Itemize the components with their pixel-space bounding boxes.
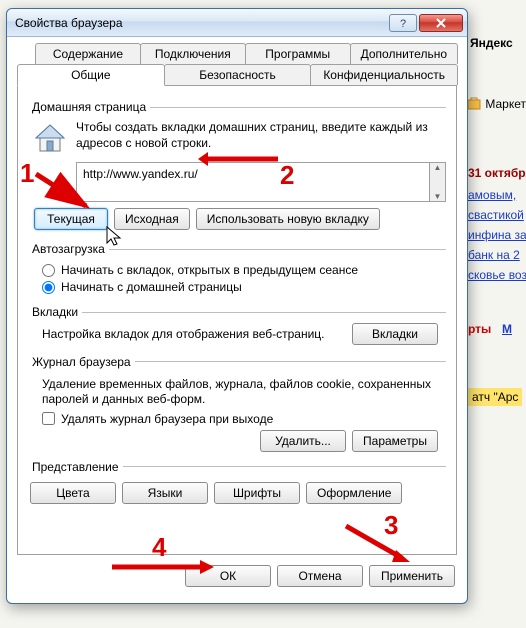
- accessibility-button[interactable]: Оформление: [306, 482, 402, 504]
- close-button[interactable]: [419, 14, 463, 32]
- appearance-group: Представление Цвета Языки Шрифты Оформле…: [28, 460, 446, 510]
- startup-group: Автозагрузка Начинать с вкладок, открыты…: [28, 242, 446, 299]
- bg-yandex: Яндекс: [470, 36, 513, 50]
- tab-row-1: Содержание Подключения Программы Дополни…: [17, 43, 457, 64]
- ok-button[interactable]: ОК: [185, 565, 271, 587]
- delete-on-exit[interactable]: Удалять журнал браузера при выходе: [42, 412, 446, 426]
- tabs-settings-button[interactable]: Вкладки: [352, 323, 438, 345]
- history-group: Журнал браузера Удаление временных файло…: [28, 355, 446, 454]
- appearance-legend: Представление: [28, 460, 123, 474]
- delete-button[interactable]: Удалить...: [260, 430, 346, 452]
- tab-panel: Домашняя страница Чтобы создать вкладки …: [17, 85, 457, 555]
- delete-on-exit-checkbox[interactable]: [42, 412, 55, 425]
- homepage-desc: Чтобы создать вкладки домашних страниц, …: [76, 118, 446, 151]
- window-title: Свойства браузера: [15, 16, 387, 30]
- radio-homepage[interactable]: [42, 281, 55, 294]
- tab-general[interactable]: Общие: [17, 64, 165, 86]
- history-desc: Удаление временных файлов, журнала, файл…: [42, 377, 446, 408]
- use-default-button[interactable]: Исходная: [114, 208, 190, 230]
- bg-link[interactable]: амовым,: [468, 188, 516, 202]
- help-button[interactable]: ?: [389, 14, 417, 32]
- use-current-button[interactable]: Текущая: [34, 208, 108, 230]
- svg-text:?: ?: [400, 18, 406, 28]
- scrollbar[interactable]: ▲▼: [430, 162, 446, 202]
- bg-text: М: [502, 322, 512, 336]
- homepage-legend: Домашняя страница: [28, 100, 150, 114]
- bg-link[interactable]: сковье воз: [468, 268, 526, 282]
- tab-content[interactable]: Содержание: [35, 43, 141, 64]
- bg-link[interactable]: свастикой: [468, 208, 524, 222]
- history-settings-button[interactable]: Параметры: [352, 430, 438, 452]
- cursor-icon: [105, 225, 123, 247]
- startup-legend: Автозагрузка: [28, 242, 109, 256]
- fonts-button[interactable]: Шрифты: [214, 482, 300, 504]
- tabs-desc: Настройка вкладок для отображения веб-ст…: [42, 327, 344, 343]
- tab-connections[interactable]: Подключения: [140, 43, 246, 64]
- cancel-button[interactable]: Отмена: [277, 565, 363, 587]
- homepage-group: Домашняя страница Чтобы создать вкладки …: [28, 100, 446, 236]
- colors-button[interactable]: Цвета: [30, 482, 116, 504]
- tabs-group: Вкладки Настройка вкладок для отображени…: [28, 305, 446, 349]
- tab-advanced[interactable]: Дополнительно: [350, 43, 458, 64]
- startup-homepage[interactable]: Начинать с домашней страницы: [42, 280, 446, 294]
- apply-button[interactable]: Применить: [369, 565, 455, 587]
- tab-programs[interactable]: Программы: [245, 43, 351, 64]
- house-icon: [32, 120, 68, 156]
- radio-last-session[interactable]: [42, 264, 55, 277]
- languages-button[interactable]: Языки: [122, 482, 208, 504]
- tab-security[interactable]: Безопасность: [164, 64, 312, 85]
- background-page: Яндекс Маркет 31 октября амовым, свастик…: [466, 0, 526, 628]
- dialog-footer: ОК Отмена Применить: [7, 555, 467, 599]
- bg-market: Маркет: [466, 96, 526, 112]
- tab-privacy[interactable]: Конфиденциальность: [310, 64, 458, 85]
- tabs-legend: Вкладки: [28, 305, 82, 319]
- use-newtab-button[interactable]: Использовать новую вкладку: [196, 208, 380, 230]
- bg-link[interactable]: банк на 2: [468, 248, 520, 262]
- titlebar: Свойства браузера ?: [7, 9, 467, 37]
- bg-date: 31 октября: [468, 166, 526, 180]
- tab-row-2: Общие Безопасность Конфиденциальность: [17, 64, 457, 85]
- homepage-url-input[interactable]: [76, 162, 430, 202]
- startup-last-session[interactable]: Начинать с вкладок, открытых в предыдуще…: [42, 263, 446, 277]
- dialog-window: Свойства браузера ? Содержание Подключен…: [6, 8, 468, 604]
- bg-tag: атч "Арс: [468, 388, 522, 406]
- history-legend: Журнал браузера: [28, 355, 135, 369]
- tab-container: Содержание Подключения Программы Дополни…: [7, 37, 467, 555]
- bg-link[interactable]: инфина за: [468, 228, 526, 242]
- bg-text: рты: [468, 322, 491, 336]
